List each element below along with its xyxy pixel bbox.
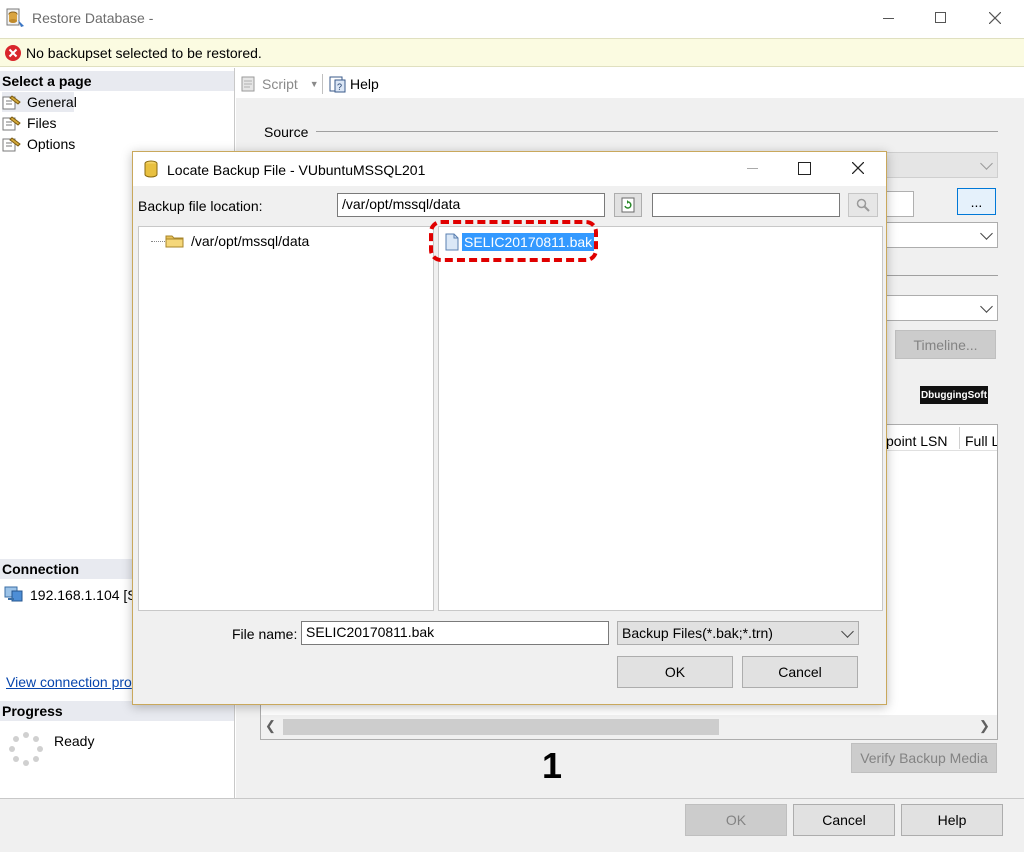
restore-to-combo[interactable] (886, 295, 998, 321)
cancel-button[interactable]: Cancel (793, 804, 895, 836)
step-number-annotation: 1 (542, 745, 563, 786)
file-type-value: Backup Files(*.bak;*.trn) (622, 625, 773, 641)
sidebar-item-files[interactable]: Files (2, 113, 57, 133)
error-icon (4, 44, 22, 62)
search-button[interactable] (848, 193, 878, 217)
chevron-down-icon (980, 157, 993, 170)
close-window-button[interactable] (972, 0, 1018, 36)
search-icon (856, 198, 870, 212)
file-type-select[interactable]: Backup Files(*.bak;*.trn) (617, 621, 859, 645)
minimize-button[interactable] (866, 0, 912, 36)
window-title: Restore Database - (32, 10, 154, 26)
chevron-down-icon (980, 300, 993, 313)
view-connection-link[interactable]: View connection pro (6, 674, 132, 690)
help-button[interactable]: ? Help (328, 73, 379, 95)
scroll-left-icon[interactable]: ❮ (265, 718, 281, 736)
backup-location-input[interactable]: /var/opt/mssql/data (337, 193, 605, 217)
dialog-ok-button[interactable]: OK (617, 656, 733, 688)
destination-divider (886, 275, 998, 276)
restore-database-icon (6, 6, 26, 30)
highlight-annotation (429, 220, 598, 262)
page-wrench-icon (2, 136, 22, 152)
help-icon: ? (329, 76, 346, 93)
grid-column-divider (959, 427, 960, 449)
script-label: Script (262, 76, 298, 92)
backup-location-label: Backup file location: (138, 198, 263, 214)
page-wrench-icon (2, 94, 22, 110)
chevron-down-icon (980, 227, 993, 240)
folder-tree[interactable]: /var/opt/mssql/data (138, 226, 434, 611)
refresh-button[interactable] (614, 193, 642, 217)
file-list[interactable]: SELIC20170811.bak (438, 226, 883, 611)
source-divider (316, 131, 998, 132)
dialog-title-bar: Locate Backup File - VUbuntuMSSQL201 (133, 152, 886, 186)
select-page-header: Select a page (0, 71, 234, 91)
logo-text: DbuggingSoft (920, 389, 988, 401)
dbuggingsoft-logo: DbuggingSoft (920, 386, 988, 404)
script-dropdown-icon: ▼ (309, 79, 319, 89)
filename-input[interactable]: SELIC20170811.bak (301, 621, 609, 645)
horizontal-scrollbar[interactable]: ❮ ❯ (261, 715, 997, 739)
browse-devices-button[interactable]: ... (957, 188, 996, 215)
window-title-bar: Restore Database - (0, 0, 1024, 37)
database-cylinder-icon (143, 160, 159, 178)
scroll-thumb[interactable] (283, 719, 719, 735)
source-label: Source (264, 124, 309, 140)
maximize-icon (797, 161, 811, 175)
progress-spinner-icon (8, 731, 44, 767)
sidebar-item-general[interactable]: General (2, 92, 77, 112)
help-footer-button[interactable]: Help (901, 804, 1003, 836)
maximize-button[interactable] (918, 0, 964, 36)
svg-text:?: ? (337, 82, 342, 92)
dialog-minimize-button[interactable] (729, 152, 775, 184)
tree-node-label: /var/opt/mssql/data (191, 233, 310, 249)
minimize-icon (883, 18, 894, 19)
progress-status: Ready (54, 733, 95, 749)
script-button[interactable]: Script ▼ (240, 73, 319, 95)
sidebar-item-label: Files (27, 115, 57, 131)
device-path-field[interactable] (886, 191, 914, 217)
dialog-cancel-button[interactable]: Cancel (742, 656, 858, 688)
script-icon (241, 76, 255, 92)
database-combo[interactable] (886, 152, 998, 178)
dialog-title: Locate Backup File - VUbuntuMSSQL201 (167, 162, 426, 178)
minimize-icon (746, 167, 758, 169)
refresh-icon (621, 197, 635, 213)
search-input[interactable] (652, 193, 840, 217)
connection-server: 192.168.1.104 [SA (30, 587, 146, 603)
sidebar-item-options[interactable]: Options (2, 134, 75, 154)
filename-label: File name: (232, 626, 298, 642)
database-dest-combo[interactable] (886, 222, 998, 248)
ok-button[interactable]: OK (685, 804, 787, 836)
grid-column-header[interactable]: Full LS (965, 433, 997, 449)
error-message: No backupset selected to be restored. (26, 45, 262, 61)
close-icon (989, 12, 1001, 24)
scroll-right-icon[interactable]: ❯ (979, 718, 995, 736)
error-bar: No backupset selected to be restored. (0, 38, 1024, 67)
toolbar-separator (322, 74, 323, 94)
help-label: Help (350, 76, 379, 92)
page-wrench-icon (2, 115, 22, 131)
footer: OK Cancel Help (0, 798, 1024, 852)
sidebar-item-label: Options (27, 136, 76, 152)
timeline-button[interactable]: Timeline... (895, 330, 996, 359)
tree-node[interactable]: /var/opt/mssql/data (165, 232, 309, 250)
dialog-maximize-button[interactable] (781, 152, 827, 184)
verify-backup-media-button[interactable]: Verify Backup Media (851, 743, 997, 773)
chevron-down-icon (841, 625, 854, 638)
server-icon (4, 585, 24, 603)
folder-icon (165, 235, 184, 248)
sidebar-item-label: General (27, 94, 77, 110)
locate-backup-dialog: Locate Backup File - VUbuntuMSSQL201 Bac… (132, 151, 887, 705)
close-icon (852, 162, 864, 174)
dialog-close-button[interactable] (835, 152, 881, 184)
grid-column-header[interactable]: point LSN (886, 433, 947, 449)
toolbar: Script ▼ ? Help (236, 68, 1024, 98)
maximize-icon (935, 12, 946, 23)
